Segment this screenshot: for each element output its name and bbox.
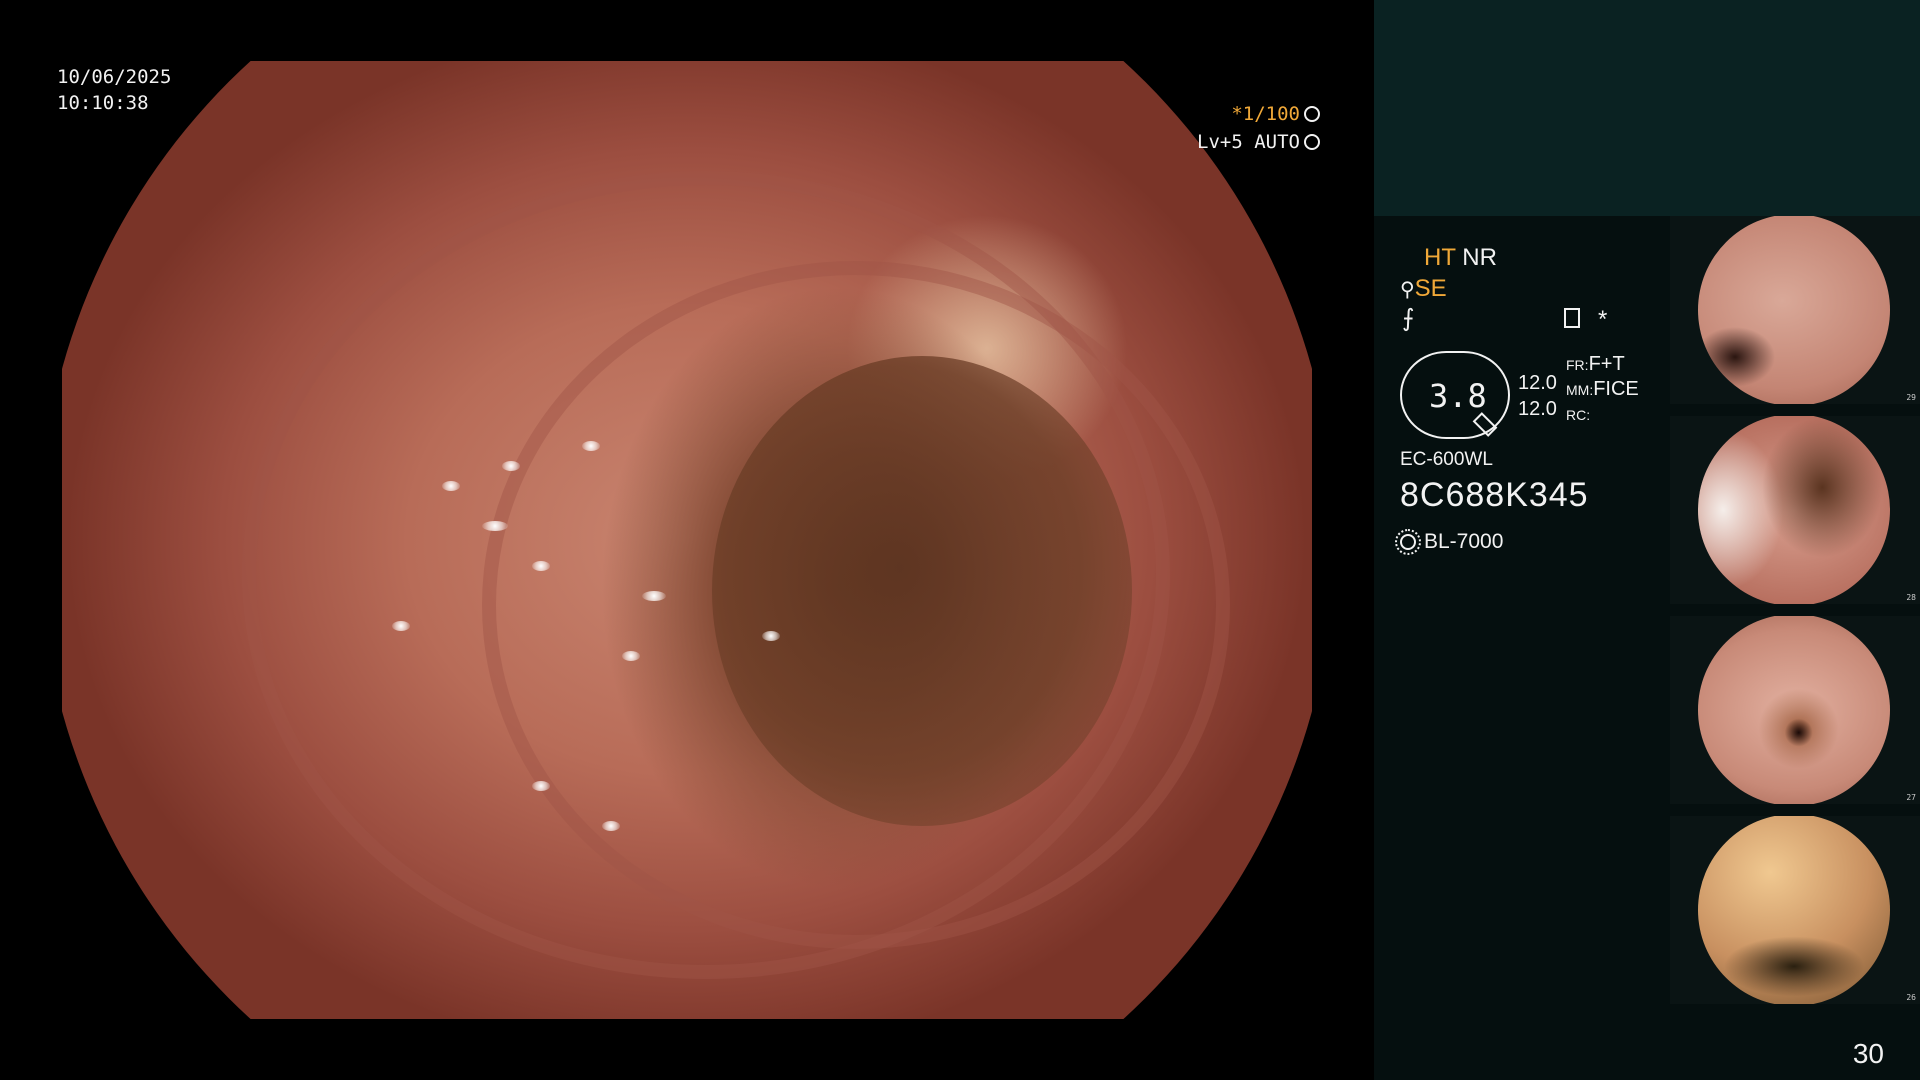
scale-indicator: 3.8 bbox=[1400, 351, 1510, 439]
lumen bbox=[712, 356, 1132, 826]
thumbnail-image bbox=[1698, 616, 1890, 804]
thumbnail[interactable]: 29 bbox=[1670, 216, 1920, 404]
brightness-level: Lv+5 AUTO bbox=[1197, 131, 1300, 153]
thumbnail[interactable]: 27 bbox=[1670, 616, 1920, 804]
thumbnail-image bbox=[1698, 216, 1890, 404]
structure-icon: ⚲ bbox=[1400, 279, 1415, 301]
rc-label: RC: bbox=[1566, 407, 1591, 423]
settings-values: 12.0 12.0 bbox=[1518, 370, 1557, 422]
thumbnail[interactable]: 26 bbox=[1670, 816, 1920, 1004]
mm-value: FICE bbox=[1593, 378, 1639, 400]
frequency-icon: ⨍ bbox=[1402, 305, 1415, 332]
light-source-label: BL-7000 bbox=[1424, 530, 1504, 553]
setting-value-1: 12.0 bbox=[1518, 372, 1557, 394]
time-text: 10:10:38 bbox=[57, 92, 149, 114]
ht-nr-status: HT NR bbox=[1424, 244, 1497, 272]
mode-labels: FR:F+T MM:FICE RC: bbox=[1566, 352, 1639, 427]
thumbnail-index: 27 bbox=[1906, 793, 1916, 802]
light-reflection bbox=[642, 591, 666, 601]
thumbnail-image bbox=[1698, 816, 1890, 1004]
endoscope-image bbox=[62, 61, 1312, 1019]
thumbnail-index: 28 bbox=[1906, 593, 1916, 602]
scope-serial: 8C688K345 bbox=[1400, 476, 1589, 514]
se-status: ⚲SE bbox=[1400, 275, 1447, 303]
thumbnail-image bbox=[1698, 416, 1890, 604]
document-icon bbox=[1564, 308, 1580, 328]
light-reflection bbox=[762, 631, 780, 641]
scale-value: 3.8 bbox=[1429, 377, 1487, 415]
se-label: SE bbox=[1414, 275, 1447, 302]
mm-label: MM: bbox=[1566, 382, 1594, 398]
light-reflection bbox=[392, 621, 410, 631]
exposure-info: *1/100 Lv+5 AUTO bbox=[1197, 100, 1320, 156]
thumbnail-index: 26 bbox=[1906, 993, 1916, 1002]
thumbnail-strip: 29 28 27 26 bbox=[1670, 216, 1920, 1016]
fr-value: F+T bbox=[1588, 353, 1625, 375]
fr-label: FR: bbox=[1566, 357, 1589, 373]
setting-value-2: 12.0 bbox=[1518, 398, 1557, 420]
light-reflection bbox=[532, 781, 550, 791]
thumbnail-index: 29 bbox=[1906, 393, 1916, 402]
shutter-icon bbox=[1304, 106, 1320, 122]
panel-header bbox=[1374, 0, 1920, 216]
light-source: BL-7000 bbox=[1395, 529, 1504, 555]
auto-iris-icon bbox=[1304, 134, 1320, 150]
light-reflection bbox=[482, 521, 508, 531]
datetime: 10/06/2025 10:10:38 bbox=[57, 64, 171, 116]
thumbnail[interactable]: 28 bbox=[1670, 416, 1920, 604]
light-reflection bbox=[442, 481, 460, 491]
light-reflection bbox=[622, 651, 640, 661]
light-reflection bbox=[602, 821, 620, 831]
star-marker: * bbox=[1598, 306, 1608, 333]
light-reflection bbox=[502, 461, 520, 471]
light-source-icon bbox=[1395, 529, 1421, 555]
scope-model: EC-600WL bbox=[1400, 449, 1493, 470]
light-reflection bbox=[582, 441, 600, 451]
nr-label: NR bbox=[1462, 244, 1497, 271]
shutter-speed: *1/100 bbox=[1231, 103, 1300, 125]
ht-label: HT bbox=[1424, 244, 1456, 271]
page-number: 30 bbox=[1852, 1038, 1884, 1069]
light-reflection bbox=[532, 561, 550, 571]
date-text: 10/06/2025 bbox=[57, 66, 172, 88]
